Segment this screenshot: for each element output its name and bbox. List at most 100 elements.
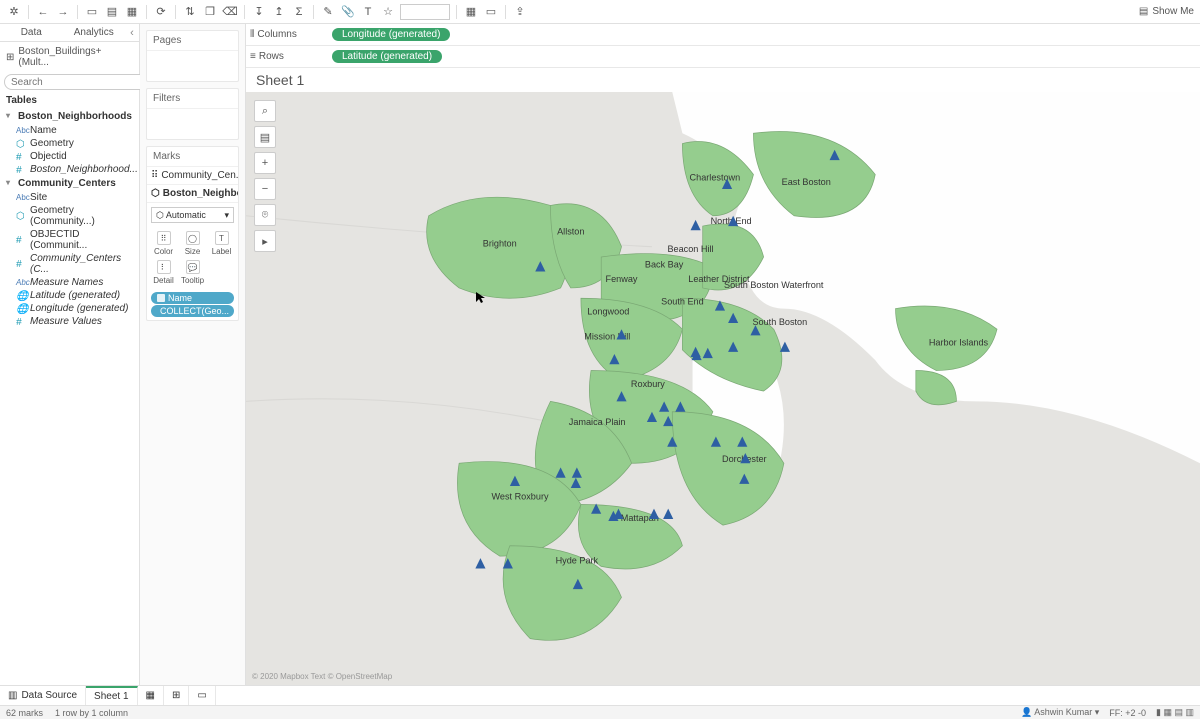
- columns-shelf[interactable]: ⦀Columns Longitude (generated): [246, 24, 1200, 46]
- forward-icon[interactable]: →: [55, 4, 71, 20]
- logo-icon[interactable]: ✲: [6, 4, 22, 20]
- search-input[interactable]: [4, 74, 150, 90]
- field-item[interactable]: ⬡ Geometry (Community...): [2, 204, 137, 228]
- field-item[interactable]: ⬡Geometry: [2, 137, 137, 150]
- field-item[interactable]: #Objectid: [2, 150, 137, 163]
- present-icon[interactable]: ▦: [463, 4, 479, 20]
- refresh-icon[interactable]: ⟳: [153, 4, 169, 20]
- label-icon: T: [215, 231, 229, 245]
- new-datasource-icon[interactable]: ▤: [104, 4, 120, 20]
- size-icon: ◯: [186, 231, 200, 245]
- pages-shelf[interactable]: Pages: [146, 30, 239, 82]
- swap-icon[interactable]: ⇅: [182, 4, 198, 20]
- mark-pill[interactable]: Name: [151, 292, 234, 304]
- cursor-icon: [476, 292, 486, 304]
- shelves-panel: Pages Filters Marks ⠿Community_Cen...⬡Bo…: [140, 24, 246, 685]
- field-item[interactable]: 🌐Latitude (generated): [2, 289, 137, 302]
- collapse-panel-icon[interactable]: ‹: [125, 24, 139, 41]
- rows-pill[interactable]: Latitude (generated): [332, 50, 442, 63]
- field-item[interactable]: 🌐Longitude (generated): [2, 302, 137, 315]
- sort-asc-icon[interactable]: ↧: [251, 4, 267, 20]
- sort-desc-icon[interactable]: ↥: [271, 4, 287, 20]
- rows-shelf[interactable]: ≡Rows Latitude (generated): [246, 46, 1200, 68]
- pin-icon[interactable]: ☆: [380, 4, 396, 20]
- table-group[interactable]: Community_Centers: [2, 176, 137, 191]
- field-item[interactable]: AbcSite: [2, 191, 137, 204]
- field-label: Name: [30, 125, 57, 136]
- mark-type-selector[interactable]: ⬡ Automatic▾: [151, 207, 234, 223]
- tab-analytics[interactable]: Analytics: [63, 24, 126, 41]
- map-viz[interactable]: ⌕ ▤ + − ⌾ ▸: [246, 92, 1200, 685]
- neighborhood-label: Jamaica Plain: [569, 417, 626, 427]
- columns-pill[interactable]: Longitude (generated): [332, 28, 450, 41]
- duplicate-icon[interactable]: ❐: [202, 4, 218, 20]
- hash-icon: #: [16, 317, 26, 327]
- table-group[interactable]: Boston_Neighborhoods: [2, 109, 137, 124]
- dashboard-icon[interactable]: ▭: [483, 4, 499, 20]
- zoom-in-icon[interactable]: +: [254, 152, 276, 174]
- datasource-name[interactable]: ⊞ Boston_Buildings+ (Mult...: [0, 42, 139, 72]
- mark-label[interactable]: TLabel: [207, 229, 236, 258]
- status-user[interactable]: 👤 Ashwin Kumar ▾: [1021, 707, 1099, 718]
- rows-icon: ≡: [250, 51, 256, 62]
- neighborhood-label: West Roxbury: [491, 491, 548, 501]
- zoom-out-icon[interactable]: −: [254, 178, 276, 200]
- mark-detail[interactable]: ⠇Detail: [149, 258, 178, 287]
- marks-card: Marks ⠿Community_Cen...⬡Boston_Neighbo..…: [146, 146, 239, 321]
- new-worksheet-icon[interactable]: ▦: [138, 686, 164, 705]
- totals-icon[interactable]: Σ: [291, 4, 307, 20]
- layer-icon: ⠿: [151, 170, 158, 181]
- search-map-icon[interactable]: ⌕: [254, 100, 276, 122]
- field-label: Geometry (Community...): [30, 205, 133, 227]
- field-label: Measure Names: [30, 277, 103, 288]
- tab-data[interactable]: Data: [0, 24, 63, 41]
- field-label: Boston_Neighborhood...: [30, 164, 138, 175]
- neighborhood-label: Longwood: [587, 307, 629, 317]
- neighborhood-label: Charlestown: [690, 173, 741, 183]
- sheet-title[interactable]: Sheet 1: [246, 68, 314, 92]
- neighborhood-label: Harbor Islands: [929, 338, 989, 348]
- home-icon[interactable]: ⌾: [254, 204, 276, 226]
- mark-tooltip[interactable]: 💬Tooltip: [178, 258, 207, 287]
- field-item[interactable]: #Boston_Neighborhood...: [2, 163, 137, 176]
- neighborhood-label: South Boston: [752, 317, 807, 327]
- new-sheet-icon[interactable]: ▦: [124, 4, 140, 20]
- new-story-icon[interactable]: ▭: [189, 686, 215, 705]
- field-item[interactable]: Abc Measure Names: [2, 276, 137, 289]
- status-view-icons[interactable]: ▮ ▦ ▤ ▥: [1156, 707, 1194, 718]
- showme-icon: ▤: [1139, 6, 1148, 17]
- mark-color[interactable]: ⠿Color: [149, 229, 178, 258]
- share-icon[interactable]: ⇪: [512, 4, 528, 20]
- label-icon[interactable]: T: [360, 4, 376, 20]
- marks-layer[interactable]: ⠿Community_Cen...: [147, 167, 238, 185]
- field-item[interactable]: #Measure Values: [2, 315, 137, 328]
- field-item[interactable]: # Community_Centers (C...: [2, 252, 137, 276]
- highlight-icon[interactable]: ✎: [320, 4, 336, 20]
- datasource-tab[interactable]: ▥ Data Source: [0, 686, 86, 705]
- group-icon[interactable]: 📎: [340, 4, 356, 20]
- marks-layer[interactable]: ⬡Boston_Neighbo...: [147, 185, 238, 203]
- hash-icon: #: [16, 259, 26, 269]
- abc-icon: Abc: [16, 278, 26, 288]
- field-item[interactable]: AbcName: [2, 124, 137, 137]
- fit-selector[interactable]: [400, 4, 450, 20]
- new-dashboard-icon[interactable]: ⊞: [164, 686, 189, 705]
- field-item[interactable]: #OBJECTID (Communit...: [2, 228, 137, 252]
- status-ff: FF: +2 -0: [1109, 708, 1146, 718]
- layers-icon[interactable]: ▤: [254, 126, 276, 148]
- field-label: OBJECTID (Communit...: [30, 229, 133, 251]
- save-icon[interactable]: ▭: [84, 4, 100, 20]
- expand-icon[interactable]: ▸: [254, 230, 276, 252]
- filters-shelf[interactable]: Filters: [146, 88, 239, 140]
- field-label: Community_Centers (C...: [30, 253, 133, 275]
- mark-size[interactable]: ◯Size: [178, 229, 207, 258]
- clear-icon[interactable]: ⌫: [222, 4, 238, 20]
- field-label: Geometry: [30, 138, 74, 149]
- show-me-button[interactable]: ▤ Show Me: [1139, 6, 1194, 17]
- geo-icon: ⬡: [16, 211, 26, 221]
- field-label: Site: [30, 192, 47, 203]
- columns-icon: ⦀: [250, 29, 254, 40]
- sheet-tab[interactable]: Sheet 1: [86, 686, 137, 705]
- back-icon[interactable]: ←: [35, 4, 51, 20]
- mark-pill[interactable]: COLLECT(Geo...: [151, 305, 234, 317]
